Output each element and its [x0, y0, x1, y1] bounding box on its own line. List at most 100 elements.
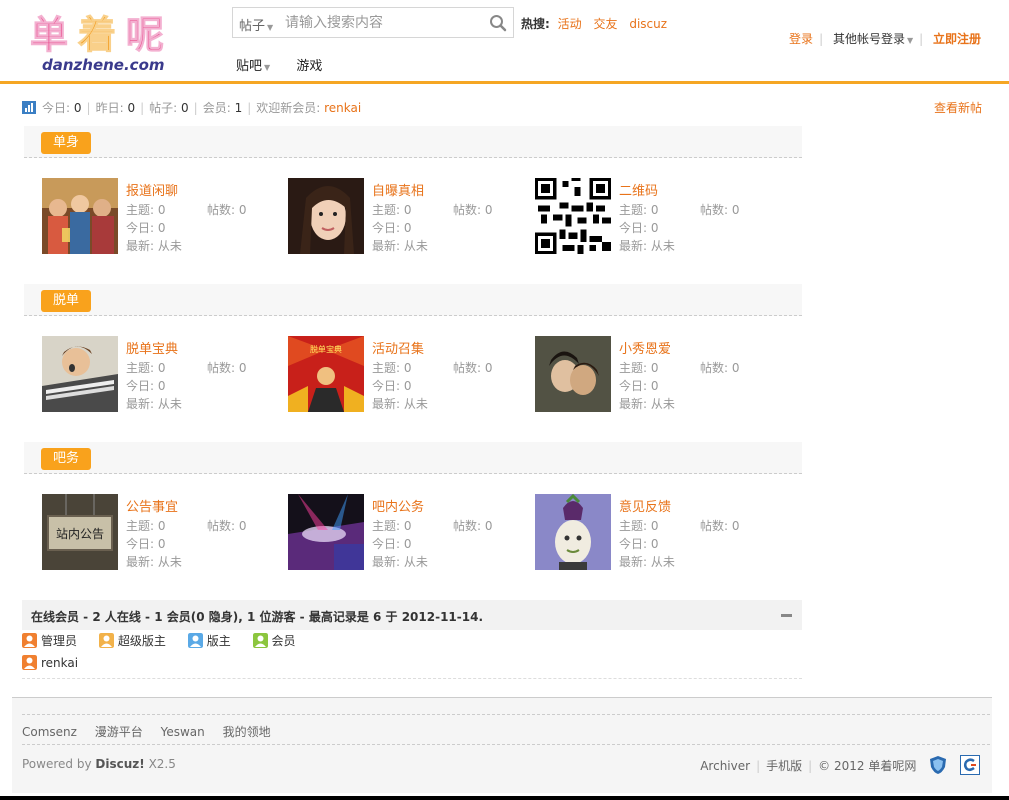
footer-link[interactable]: Comsenz: [22, 725, 77, 739]
poster-text: 脱单宝典: [310, 344, 342, 354]
divider: |: [919, 32, 924, 46]
forum-card: 小秀恩爱 主题: 0 帖数: 0 今日: 0 最新: 从未: [535, 336, 765, 412]
forum-posts: 帖数: 0: [700, 519, 740, 533]
forum-thumb-qr-code[interactable]: [535, 178, 611, 254]
forum-thumb-stage-lights[interactable]: [288, 494, 364, 570]
register-link[interactable]: 立即注册: [933, 32, 981, 46]
forum-thumb-people-at-bar[interactable]: [42, 178, 118, 254]
other-login-menu[interactable]: 其他帐号登录 ▼: [833, 32, 913, 46]
forum-name-link[interactable]: 自曝真相: [372, 180, 424, 199]
footer-link[interactable]: 漫游平台: [95, 725, 143, 739]
notice-sign-text: 站内公告: [56, 527, 104, 541]
forum-name-link[interactable]: 脱单宝典: [126, 338, 178, 357]
forum-latest: 最新: 从未: [372, 239, 428, 253]
category-header: 吧务: [24, 442, 802, 474]
site-footer: Comsenz 漫游平台 Yeswan 我的领地 Powered by Disc…: [12, 697, 992, 793]
certification-icon[interactable]: [960, 755, 980, 775]
mobile-link[interactable]: 手机版: [766, 759, 802, 773]
forum-name-link[interactable]: 活动召集: [372, 338, 424, 357]
forum-stats: 今日: 0 | 昨日: 0 | 帖子: 0 | 会员: 1 | 欢迎新会员: renkai 查看…: [22, 99, 982, 116]
forum-posts: 帖数: 0: [453, 361, 493, 375]
forum-topics: 主题: 0: [619, 203, 659, 217]
footer-link[interactable]: 我的领地: [223, 725, 271, 739]
forum-today: 今日: 0: [372, 537, 412, 551]
divider: [22, 744, 990, 745]
forum-name-link[interactable]: 吧内公务: [372, 496, 424, 515]
forum-today: 今日: 0: [126, 221, 166, 235]
search-scope-select[interactable]: 帖子 ▼: [239, 15, 273, 34]
forum-card: 脱单宝典 主题: 0 帖数: 0 今日: 0 最新: 从未: [42, 336, 272, 412]
forum-today: 今日: 0: [372, 221, 412, 235]
forum-name-link[interactable]: 报道闲聊: [126, 180, 178, 199]
online-username[interactable]: renkai: [41, 656, 78, 670]
forum-topics: 主题: 0: [126, 203, 166, 217]
site-header: 单 着 呢 danzhene.com 帖子▼ 热搜: 活动 交友 discuz …: [0, 0, 1009, 84]
forum-topics: 主题: 0: [619, 519, 659, 533]
forum-latest: 最新: 从未: [619, 555, 675, 569]
hot-search: 热搜: 活动 交友 discuz: [521, 15, 675, 32]
forum-topics: 主题: 0: [126, 361, 166, 375]
new-member-link[interactable]: renkai: [324, 101, 361, 115]
forum-thumb-person-with-book[interactable]: [42, 336, 118, 412]
forum-name-link[interactable]: 意见反馈: [619, 496, 671, 515]
footer-right: Archiver | 手机版 | © 2012 单着呢网: [700, 755, 980, 775]
category-title[interactable]: 单身: [41, 132, 92, 154]
security-shield-icon[interactable]: [928, 755, 948, 775]
forum-today: 今日: 0: [619, 537, 659, 551]
nav-item-tieba[interactable]: 贴吧 ▼: [236, 59, 270, 74]
forum-thumb-eggplant-figure[interactable]: [535, 494, 611, 570]
collapse-icon[interactable]: [781, 614, 792, 617]
hot-search-link[interactable]: discuz: [629, 17, 667, 31]
search-icon[interactable]: [489, 14, 507, 32]
forum-posts: 帖数: 0: [453, 519, 493, 533]
divider: [22, 714, 990, 715]
category-end-single: 脱单 脱单宝典 主题: 0 帖数: 0 今日: 0 最新: 从未 脱单宝典 活动…: [24, 284, 802, 424]
user-group-legend: 管理员 超级版主 版主 会员: [22, 632, 314, 649]
forum-latest: 最新: 从未: [372, 555, 428, 569]
forum-today: 今日: 0: [619, 379, 659, 393]
forum-posts: 帖数: 0: [207, 519, 247, 533]
forum-card: 报道闲聊 主题: 0 帖数: 0 今日: 0 最新: 从未: [42, 178, 272, 254]
bottom-edge: [0, 796, 1009, 800]
forum-latest: 最新: 从未: [126, 397, 182, 411]
discuz-link[interactable]: Discuz!: [95, 757, 144, 771]
forum-card: 意见反馈 主题: 0 帖数: 0 今日: 0 最新: 从未: [535, 494, 765, 570]
forum-today: 今日: 0: [126, 537, 166, 551]
nav-item-games[interactable]: 游戏: [296, 59, 322, 74]
login-link[interactable]: 登录: [789, 32, 813, 46]
legend-super-moderator: 超级版主: [98, 632, 166, 649]
legend-admin: 管理员: [22, 632, 77, 649]
forum-thumb-girl-portrait[interactable]: [288, 178, 364, 254]
forum-topics: 主题: 0: [372, 361, 412, 375]
online-user[interactable]: renkai: [22, 655, 78, 670]
category-title[interactable]: 脱单: [41, 290, 92, 312]
forum-name-link[interactable]: 公告事宜: [126, 496, 178, 515]
new-posts-link[interactable]: 查看新帖: [934, 99, 982, 116]
hot-search-link[interactable]: 交友: [593, 17, 617, 31]
category-title[interactable]: 吧务: [41, 448, 92, 470]
forum-latest: 最新: 从未: [126, 239, 182, 253]
forum-thumb-red-poster[interactable]: 脱单宝典: [288, 336, 364, 412]
search-box: 帖子 ▼: [232, 7, 514, 38]
forum-name-link[interactable]: 小秀恩爱: [619, 338, 671, 357]
svg-text:着: 着: [78, 13, 116, 57]
stats-chart-icon: [22, 101, 36, 114]
site-logo[interactable]: 单 着 呢 danzhene.com: [28, 8, 188, 75]
search-input[interactable]: [285, 12, 475, 34]
today-count: 0: [73, 101, 82, 115]
hot-search-link[interactable]: 活动: [558, 17, 582, 31]
forum-name-link[interactable]: 二维码: [619, 180, 658, 199]
forum-thumb-couple[interactable]: [535, 336, 611, 412]
archiver-link[interactable]: Archiver: [700, 759, 750, 773]
forum-posts: 帖数: 0: [700, 203, 740, 217]
footer-link[interactable]: Yeswan: [161, 725, 205, 739]
forum-today: 今日: 0: [126, 379, 166, 393]
forum-card: 吧内公务 主题: 0 帖数: 0 今日: 0 最新: 从未: [288, 494, 518, 570]
forum-topics: 主题: 0: [619, 361, 659, 375]
category-header: 脱单: [24, 284, 802, 316]
forum-thumb-notice-sign[interactable]: 站内公告: [42, 494, 118, 570]
user-links: 登录 | 其他帐号登录 ▼ | 立即注册: [789, 30, 981, 47]
svg-text:呢: 呢: [126, 13, 164, 57]
forum-latest: 最新: 从未: [619, 397, 675, 411]
forum-topics: 主题: 0: [372, 203, 412, 217]
